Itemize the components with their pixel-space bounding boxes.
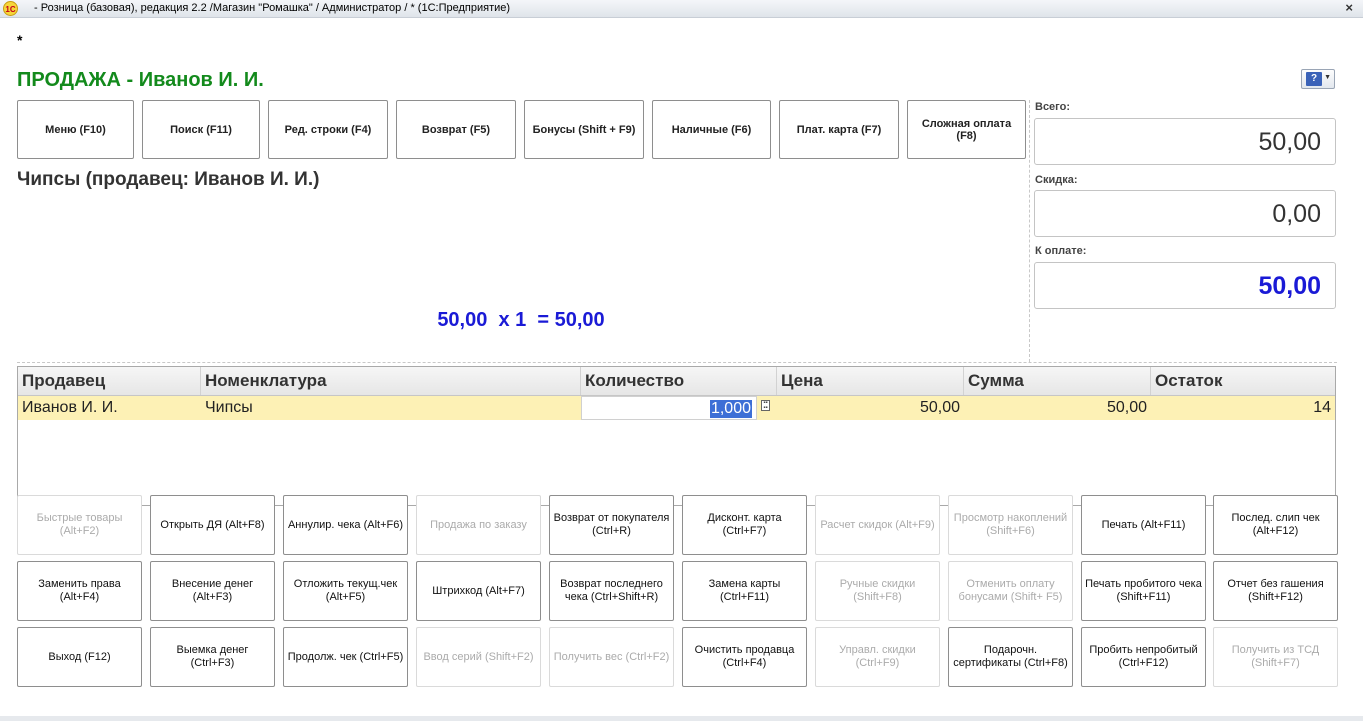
quantity-input[interactable]: 1,000 [581, 396, 757, 420]
complex-payment-button[interactable]: Сложная оплата (F8) [907, 100, 1026, 159]
column-header-seller[interactable]: Продавец [18, 367, 201, 395]
command-button[interactable]: Подарочн. сертификаты (Ctrl+F8) [948, 627, 1073, 687]
cell-item[interactable]: Чипсы [201, 396, 581, 420]
cell-seller[interactable]: Иванов И. И. [18, 396, 201, 420]
column-header-quantity[interactable]: Количество [581, 367, 777, 395]
command-button[interactable]: Возврат от покупателя (Ctrl+R) [549, 495, 674, 555]
command-button[interactable]: Получить из ТСД (Shift+F7) [1213, 627, 1338, 687]
search-button[interactable]: Поиск (F11) [142, 100, 260, 159]
menu-button[interactable]: Меню (F10) [17, 100, 134, 159]
close-icon[interactable]: × [1345, 0, 1353, 15]
divider [17, 362, 1337, 363]
column-header-price[interactable]: Цена [777, 367, 964, 395]
command-button[interactable]: Послед. слип чек (Alt+F12) [1213, 495, 1338, 555]
card-payment-button[interactable]: Плат. карта (F7) [779, 100, 899, 159]
command-button[interactable]: Продолж. чек (Ctrl+F5) [283, 627, 408, 687]
command-button[interactable]: Очистить продавца (Ctrl+F4) [682, 627, 807, 687]
return-button[interactable]: Возврат (F5) [396, 100, 516, 159]
discount-label: Скидка: [1035, 174, 1078, 186]
column-header-sum[interactable]: Сумма [964, 367, 1151, 395]
window-title: - Розница (базовая), редакция 2.2 /Магаз… [34, 2, 511, 14]
command-button[interactable]: Получить вес (Ctrl+F2) [549, 627, 674, 687]
bonus-button[interactable]: Бонусы (Shift + F9) [524, 100, 644, 159]
divider [1029, 100, 1030, 362]
command-button[interactable]: Печать пробитого чека (Shift+F11) [1081, 561, 1206, 621]
modified-mark: * [17, 32, 23, 48]
items-table[interactable]: Продавец Номенклатура Количество Цена Су… [17, 366, 1336, 506]
app-logo-icon: 1С [3, 1, 18, 16]
command-button[interactable]: Отменить оплату бонусами (Shift+ F5) [948, 561, 1073, 621]
discount-value: 0,00 [1034, 190, 1336, 237]
table-header: Продавец Номенклатура Количество Цена Су… [18, 367, 1335, 396]
topay-value: 50,00 [1034, 262, 1336, 309]
status-bar [0, 716, 1363, 721]
calculator-icon[interactable]: ▪▪ ▪▪ [761, 400, 770, 411]
edit-row-button[interactable]: Ред. строки (F4) [268, 100, 388, 159]
command-button[interactable]: Заменить права (Alt+F4) [17, 561, 142, 621]
help-button[interactable]: ? ▼ [1301, 69, 1335, 89]
command-button[interactable]: Продажа по заказу [416, 495, 541, 555]
cell-price[interactable]: 50,00 [777, 396, 964, 420]
column-header-stock[interactable]: Остаток [1151, 367, 1335, 395]
cell-sum[interactable]: 50,00 [964, 396, 1151, 420]
command-button[interactable]: Внесение денег (Alt+F3) [150, 561, 275, 621]
chevron-down-icon: ▼ [1324, 74, 1331, 81]
command-button[interactable]: Замена карты (Ctrl+F11) [682, 561, 807, 621]
command-button[interactable]: Печать (Alt+F11) [1081, 495, 1206, 555]
command-button[interactable]: Отложить текущ.чек (Alt+F5) [283, 561, 408, 621]
command-button[interactable]: Штрихкод (Alt+F7) [416, 561, 541, 621]
command-button[interactable]: Быстрые товары (Alt+F2) [17, 495, 142, 555]
title-bar: 1С - Розница (базовая), редакция 2.2 /Ма… [0, 0, 1363, 18]
topay-label: К оплате: [1035, 245, 1087, 257]
total-label: Всего: [1035, 101, 1070, 113]
command-button[interactable]: Открыть ДЯ (Alt+F8) [150, 495, 275, 555]
command-button[interactable]: Аннулир. чека (Alt+F6) [283, 495, 408, 555]
total-value: 50,00 [1034, 118, 1336, 165]
cell-stock[interactable]: 14 [1151, 396, 1335, 420]
column-header-item[interactable]: Номенклатура [201, 367, 581, 395]
command-button[interactable]: Расчет скидок (Alt+F9) [815, 495, 940, 555]
current-item-calc: 50,00 х 1 = 50,00 [437, 309, 605, 331]
page-title: ПРОДАЖА - Иванов И. И. [17, 69, 264, 91]
help-icon: ? [1306, 72, 1322, 86]
current-item-title: Чипсы (продавец: Иванов И. И.) [17, 169, 320, 190]
command-button[interactable]: Выход (F12) [17, 627, 142, 687]
command-button[interactable]: Дисконт. карта (Ctrl+F7) [682, 495, 807, 555]
table-row[interactable]: Иванов И. И. Чипсы 1,000 ▪▪ ▪▪ 50,00 50,… [18, 396, 1335, 420]
command-button[interactable]: Возврат последнего чека (Ctrl+Shift+R) [549, 561, 674, 621]
command-button[interactable]: Управл. скидки (Ctrl+F9) [815, 627, 940, 687]
command-button[interactable]: Ввод серий (Shift+F2) [416, 627, 541, 687]
sale-form: * ПРОДАЖА - Иванов И. И. ? ▼ Меню (F10) … [0, 18, 1363, 721]
cash-button[interactable]: Наличные (F6) [652, 100, 771, 159]
command-button[interactable]: Пробить непробитый (Ctrl+F12) [1081, 627, 1206, 687]
quantity-value: 1,000 [709, 400, 752, 418]
command-button[interactable]: Отчет без гашения (Shift+F12) [1213, 561, 1338, 621]
command-button[interactable]: Выемка денег (Ctrl+F3) [150, 627, 275, 687]
command-button[interactable]: Ручные скидки (Shift+F8) [815, 561, 940, 621]
command-button[interactable]: Просмотр накоплений (Shift+F6) [948, 495, 1073, 555]
